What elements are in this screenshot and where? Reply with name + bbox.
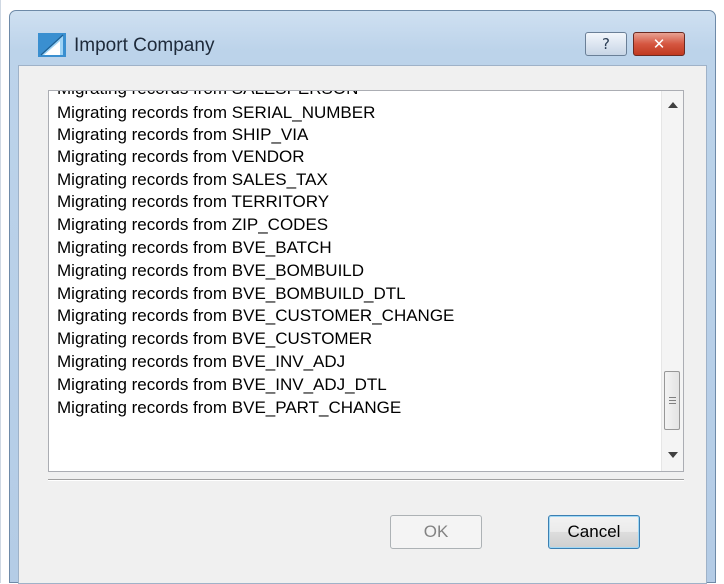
desktop-background bbox=[0, 0, 724, 8]
cancel-button[interactable]: Cancel bbox=[548, 515, 640, 549]
ok-button[interactable]: OK bbox=[390, 515, 482, 549]
close-x-icon: ✕ bbox=[652, 35, 666, 53]
log-line: Migrating records from ZIP_CODES bbox=[57, 215, 329, 234]
log-line: Migrating records from TERRITORY bbox=[57, 192, 330, 211]
log-line: Migrating records from SHIP_VIA bbox=[57, 125, 309, 144]
dialog-body: Migrating records from SALESPERSON Migra… bbox=[18, 65, 707, 584]
log-line: Migrating records from BVE_INV_ADJ_DTL bbox=[57, 375, 387, 394]
log-line: Migrating records from BVE_BATCH bbox=[57, 238, 332, 257]
dialog-title: Import Company bbox=[74, 35, 215, 56]
import-company-dialog: Import Company ? ✕ Migrating records fro… bbox=[9, 10, 716, 584]
log-line: Migrating records from BVE_BOMBUILD bbox=[57, 261, 365, 280]
question-mark-icon: ? bbox=[602, 35, 610, 53]
divider bbox=[48, 479, 684, 481]
log-line: Migrating records from VENDOR bbox=[57, 147, 305, 166]
title-bar[interactable]: Import Company ? ✕ bbox=[10, 11, 715, 61]
log-line-partial: Migrating records from SALESPERSON bbox=[57, 91, 358, 100]
scroll-down-arrow-icon[interactable] bbox=[668, 452, 678, 458]
log-lines: Migrating records from SALESPERSON Migra… bbox=[49, 91, 661, 471]
log-line: Migrating records from BVE_BOMBUILD_DTL bbox=[57, 284, 406, 303]
grip-line bbox=[669, 400, 676, 401]
log-line: Migrating records from SALES_TAX bbox=[57, 170, 328, 189]
log-line: Migrating records from BVE_CUSTOMER bbox=[57, 329, 373, 348]
close-button[interactable]: ✕ bbox=[633, 32, 685, 56]
grip-line bbox=[669, 403, 676, 404]
import-company-app-icon bbox=[38, 33, 66, 57]
desktop-edge bbox=[0, 0, 1, 583]
scrollbar-thumb[interactable] bbox=[664, 371, 680, 430]
log-line: Migrating records from BVE_INV_ADJ bbox=[57, 352, 346, 371]
log-line: Migrating records from SERIAL_NUMBER bbox=[57, 103, 376, 122]
log-line: Migrating records from BVE_CUSTOMER_CHAN… bbox=[57, 306, 455, 325]
migration-log-list[interactable]: Migrating records from SALESPERSON Migra… bbox=[48, 90, 684, 472]
log-line: Migrating records from BVE_PART_CHANGE bbox=[57, 398, 402, 417]
scroll-up-arrow-icon[interactable] bbox=[668, 102, 678, 108]
vertical-scrollbar[interactable] bbox=[661, 91, 683, 471]
help-button[interactable]: ? bbox=[585, 32, 627, 56]
grip-line bbox=[669, 397, 676, 398]
